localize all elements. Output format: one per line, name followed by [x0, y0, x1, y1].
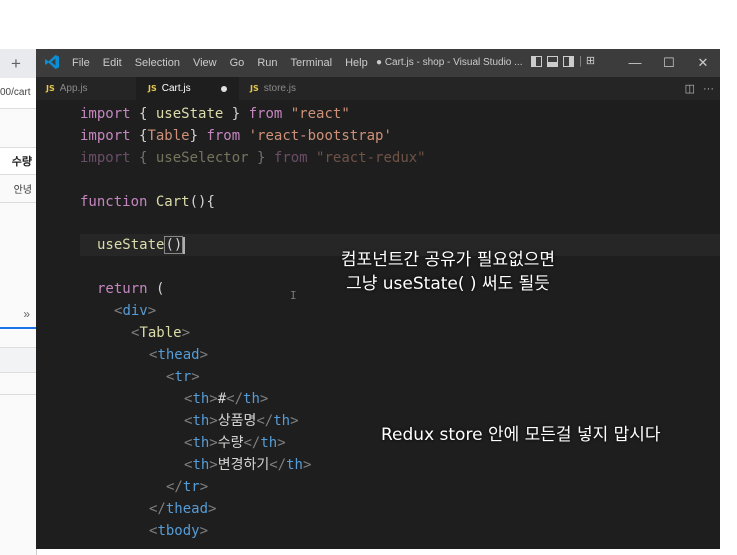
- window-title: ● Cart.js - shop - Visual Studio ...: [376, 57, 523, 68]
- more-actions-icon[interactable]: ···: [703, 83, 714, 95]
- editor-actions: ◫ ···: [677, 77, 714, 100]
- code-line-3: import { useSelector } from "react-redux…: [80, 150, 426, 166]
- code-line-11: <Table>: [131, 325, 191, 341]
- tab-app-js[interactable]: JS App.js: [46, 77, 88, 100]
- menu-bar: File Edit Selection View Go Run Terminal…: [72, 49, 381, 77]
- menu-terminal[interactable]: Terminal: [291, 57, 333, 69]
- new-tab-button[interactable]: +: [4, 53, 28, 75]
- mouse-ibeam-icon: I: [290, 289, 297, 302]
- table-header-row: 수량: [0, 147, 36, 175]
- caption-line-2: 그냥 useState( ) 써도 될듯: [346, 274, 550, 294]
- bracket-match: (): [164, 236, 184, 254]
- devtools-toolbar: [0, 347, 36, 373]
- table-header-cell: 수량: [11, 156, 32, 168]
- vscode-logo-icon: [45, 55, 59, 69]
- layout-controls: | ⊞: [531, 56, 595, 67]
- devtools-divider: [0, 394, 36, 395]
- code-line-19: </thead>: [149, 501, 217, 517]
- javascript-file-icon: JS: [250, 84, 259, 93]
- table-row-divider: [0, 202, 36, 203]
- menu-view[interactable]: View: [193, 57, 217, 69]
- code-line-13: <tr>: [166, 369, 200, 385]
- javascript-file-icon: JS: [148, 84, 157, 93]
- title-bar: File Edit Selection View Go Run Terminal…: [36, 49, 720, 77]
- tab-label: Cart.js: [161, 83, 191, 94]
- javascript-file-icon: JS: [46, 84, 55, 93]
- code-line-18: </tr>: [166, 479, 209, 495]
- minimize-button[interactable]: —: [618, 49, 652, 77]
- tab-label: App.js: [59, 83, 88, 94]
- layout-separator: |: [579, 55, 582, 67]
- code-line-14: <th>#</th>: [184, 391, 269, 407]
- tab-label: store.js: [263, 83, 296, 94]
- text-cursor: [183, 236, 186, 254]
- devtools-tab-strip[interactable]: [0, 301, 36, 329]
- menu-selection[interactable]: Selection: [135, 57, 180, 69]
- subtitle-caption-1: 컴포넌트간 공유가 필요없으면 그냥 useState( ) 써도 될듯: [298, 248, 598, 296]
- code-line-20: <tbody>: [149, 523, 209, 539]
- subtitle-caption-2: Redux store 안에 모든걸 넣지 맙시다: [381, 425, 661, 445]
- caption-line-1: 컴포넌트간 공유가 필요없으면: [340, 250, 556, 270]
- chevron-double-right-icon[interactable]: »: [23, 307, 30, 321]
- code-line-10: <div>: [114, 303, 157, 319]
- menu-go[interactable]: Go: [230, 57, 245, 69]
- tab-cart-js[interactable]: JS Cart.js: [136, 77, 239, 100]
- menu-help[interactable]: Help: [345, 57, 368, 69]
- unsaved-dot-icon[interactable]: [220, 85, 227, 92]
- code-line-9: return (: [97, 281, 165, 297]
- vscode-window: File Edit Selection View Go Run Terminal…: [36, 49, 720, 549]
- code-line-1: import { useState } from "react": [80, 106, 350, 122]
- maximize-button[interactable]: ☐: [652, 49, 686, 77]
- customize-layout-icon[interactable]: ⊞: [586, 56, 595, 67]
- tab-store-js[interactable]: JS store.js: [250, 77, 296, 100]
- table-cell: 안녕: [13, 185, 32, 196]
- window-controls: — ☐ ✕: [618, 49, 720, 77]
- code-line-7: useState(): [97, 234, 186, 256]
- browser-tabstrip: +: [0, 49, 36, 78]
- menu-edit[interactable]: Edit: [103, 57, 122, 69]
- code-line-17: <th>변경하기</th>: [184, 457, 312, 473]
- code-line-12: <thead>: [149, 347, 209, 363]
- code-editor[interactable]: import { useState } from "react" import …: [36, 100, 720, 549]
- code-line-16: <th>수량</th>: [184, 435, 286, 451]
- toggle-primary-sidebar-icon[interactable]: [531, 56, 542, 67]
- toggle-panel-icon[interactable]: [547, 56, 558, 67]
- split-editor-icon[interactable]: ◫: [685, 82, 695, 95]
- code-line-15: <th>상품명</th>: [184, 413, 299, 429]
- editor-tab-bar: JS App.js JS Cart.js JS store.js ◫ ···: [36, 77, 720, 100]
- toggle-secondary-sidebar-icon[interactable]: [563, 56, 574, 67]
- address-bar[interactable]: 00/cart: [0, 78, 36, 109]
- menu-run[interactable]: Run: [257, 57, 277, 69]
- code-line-5: function Cart(){: [80, 194, 215, 210]
- browser-window: + 00/cart 수량 안녕 »: [0, 49, 37, 555]
- menu-file[interactable]: File: [72, 57, 90, 69]
- code-line-2: import {Table} from 'react-bootstrap': [80, 128, 392, 144]
- close-window-button[interactable]: ✕: [686, 49, 720, 77]
